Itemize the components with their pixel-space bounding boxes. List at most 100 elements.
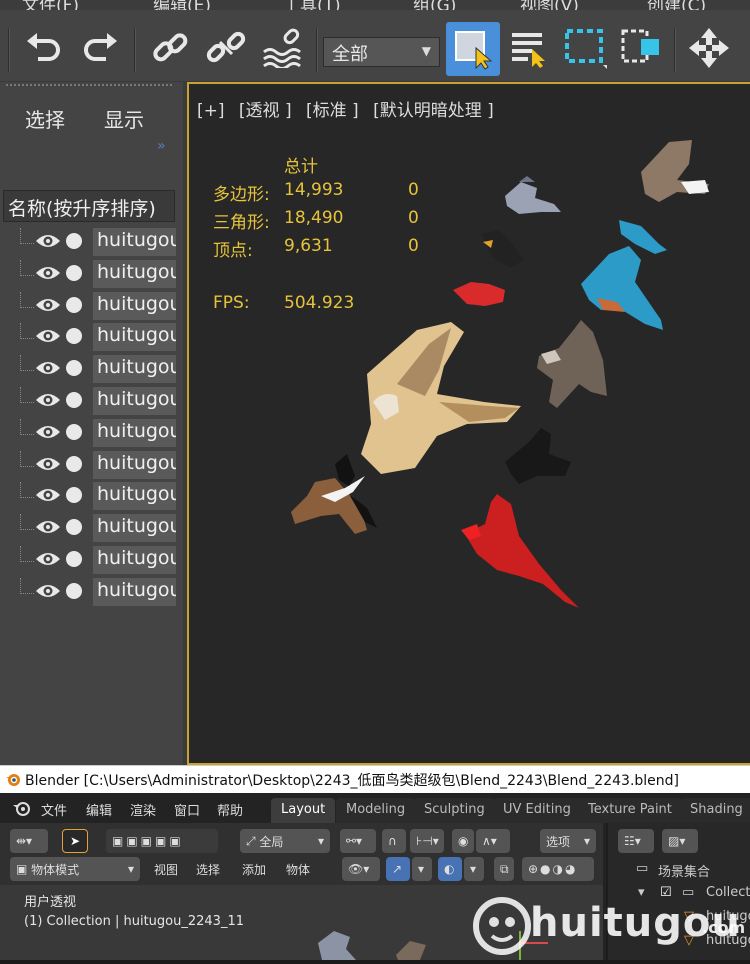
link-button[interactable] bbox=[148, 24, 192, 72]
object-name[interactable]: huitugou bbox=[93, 514, 176, 543]
list-item[interactable]: huitugou bbox=[0, 450, 178, 481]
blender-menu-logo-icon[interactable] bbox=[12, 799, 32, 821]
eye-icon[interactable] bbox=[35, 359, 61, 381]
eye-icon[interactable] bbox=[35, 550, 61, 572]
menu-view[interactable]: 视图 bbox=[148, 857, 184, 881]
gizmo-toggle[interactable]: ↗ bbox=[386, 857, 410, 881]
object-name[interactable]: huitugou bbox=[93, 355, 176, 384]
snap-target-dropdown[interactable]: ⊦⊣▾ bbox=[410, 829, 444, 853]
filter-dropdown[interactable]: ▨▾ bbox=[662, 829, 698, 853]
menu-edit[interactable]: 编辑(E) bbox=[153, 0, 211, 10]
object-name[interactable]: huitugou bbox=[93, 482, 176, 511]
freeze-toggle-icon[interactable] bbox=[66, 551, 82, 567]
transform-orientation-dropdown[interactable]: ⤢ 全局 ▾ bbox=[240, 829, 330, 853]
workspace-tab-shading[interactable]: Shading bbox=[680, 798, 750, 823]
bird-kingfisher[interactable] bbox=[581, 220, 667, 330]
tab-display[interactable]: 显示 bbox=[104, 104, 144, 133]
bird-magpie[interactable] bbox=[291, 454, 377, 534]
list-item[interactable]: huitugou bbox=[0, 546, 178, 576]
list-item[interactable]: huitugou bbox=[0, 514, 178, 544]
list-item[interactable]: huitugou bbox=[0, 228, 178, 258]
list-item[interactable]: huitugou bbox=[0, 323, 178, 353]
list-item[interactable]: huitugou bbox=[0, 577, 178, 608]
menu-add[interactable]: 添加 bbox=[236, 857, 272, 881]
menu-window[interactable]: 窗口 bbox=[174, 800, 200, 819]
list-item[interactable]: huitugou bbox=[0, 355, 178, 385]
select-by-name-button[interactable] bbox=[506, 24, 554, 72]
rect-selection-region-button[interactable] bbox=[562, 24, 610, 72]
tab-select[interactable]: 选择 bbox=[25, 104, 65, 133]
eye-icon[interactable] bbox=[35, 518, 61, 540]
bird-pigeon[interactable] bbox=[537, 320, 607, 408]
gizmo-dropdown[interactable]: ▾ bbox=[412, 857, 432, 881]
undo-button[interactable] bbox=[22, 24, 66, 72]
proportional-edit-toggle[interactable]: ◉ bbox=[452, 829, 474, 853]
eye-icon[interactable] bbox=[35, 327, 61, 349]
freeze-toggle-icon[interactable] bbox=[66, 582, 82, 599]
workspace-tab-layout[interactable]: Layout bbox=[271, 798, 336, 823]
select-object-button[interactable] bbox=[446, 22, 500, 76]
eye-icon[interactable] bbox=[35, 296, 61, 318]
freeze-toggle-icon[interactable] bbox=[66, 519, 82, 536]
overlay-dropdown[interactable]: ▾ bbox=[464, 857, 484, 881]
freeze-toggle-icon[interactable] bbox=[66, 264, 82, 281]
window-crossing-button[interactable] bbox=[618, 24, 666, 72]
menu-file[interactable]: 文件(F) bbox=[22, 0, 79, 10]
bird-eagle-tan[interactable] bbox=[361, 322, 521, 474]
list-item[interactable]: huitugou bbox=[0, 418, 178, 449]
freeze-toggle-icon[interactable] bbox=[66, 423, 82, 440]
freeze-toggle-icon[interactable] bbox=[66, 233, 82, 249]
menu-tools[interactable]: 工具(T) bbox=[283, 0, 341, 10]
name-column-header[interactable]: 名称(按升序排序) bbox=[3, 190, 175, 222]
freeze-toggle-icon[interactable] bbox=[66, 487, 82, 504]
object-name[interactable]: huitugou bbox=[93, 577, 176, 606]
freeze-toggle-icon[interactable] bbox=[66, 392, 82, 408]
selection-filter-dropdown[interactable]: 全部 ▼ bbox=[323, 37, 440, 67]
freeze-toggle-icon[interactable] bbox=[66, 296, 82, 313]
list-item[interactable]: huitugou bbox=[0, 259, 178, 290]
bird-grey[interactable] bbox=[505, 176, 561, 214]
object-name[interactable]: huitugou bbox=[93, 323, 176, 352]
falloff-dropdown[interactable]: ∧▾ bbox=[476, 829, 510, 853]
list-item[interactable]: huitugou bbox=[0, 482, 178, 512]
display-mode-dropdown[interactable]: ☷▾ bbox=[618, 829, 654, 853]
freeze-toggle-icon[interactable] bbox=[66, 328, 82, 345]
visibility-dropdown[interactable]: 👁▾ bbox=[342, 857, 380, 881]
object-name[interactable]: huitugou bbox=[93, 418, 176, 447]
menu-create[interactable]: 创建(C) bbox=[647, 0, 706, 10]
eye-icon[interactable] bbox=[35, 264, 61, 286]
menu-file[interactable]: 文件 bbox=[41, 800, 67, 819]
menu-render[interactable]: 渲染 bbox=[130, 800, 156, 819]
scene-collection-label[interactable]: 场景集合 bbox=[658, 861, 710, 880]
bird-cardinal[interactable] bbox=[461, 494, 579, 608]
bird-red-small[interactable] bbox=[453, 282, 505, 306]
menu-views[interactable]: 视图(V) bbox=[520, 0, 579, 10]
pivot-dropdown[interactable]: ⇹▾ bbox=[10, 829, 48, 853]
bird-black-small[interactable] bbox=[481, 230, 523, 268]
bird-eagle-brown[interactable] bbox=[641, 140, 709, 202]
freeze-toggle-icon[interactable] bbox=[66, 455, 82, 472]
workspace-tab-modeling[interactable]: Modeling bbox=[336, 798, 416, 823]
eye-icon[interactable] bbox=[35, 486, 61, 508]
snap-dropdown[interactable]: ⚯▾ bbox=[340, 829, 376, 853]
xray-toggle[interactable]: ⧉ bbox=[494, 857, 514, 881]
freeze-toggle-icon[interactable] bbox=[66, 360, 82, 377]
object-name[interactable]: huitugou bbox=[93, 228, 176, 256]
panel-grip[interactable] bbox=[6, 84, 172, 87]
snap-toggle[interactable]: ∩ bbox=[382, 829, 406, 853]
menu-help[interactable]: 帮助 bbox=[217, 800, 243, 819]
object-name[interactable]: huitugou bbox=[93, 291, 176, 320]
overlay-toggle[interactable]: ◐ bbox=[438, 857, 462, 881]
move-button[interactable] bbox=[684, 24, 734, 72]
expand-icon[interactable]: » bbox=[157, 138, 165, 154]
eye-icon[interactable] bbox=[35, 582, 61, 604]
menu-group[interactable]: 组(G) bbox=[413, 0, 456, 10]
menu-object[interactable]: 物体 bbox=[280, 857, 316, 881]
eye-icon[interactable] bbox=[35, 391, 61, 413]
bind-spacewarp-button[interactable] bbox=[260, 24, 308, 72]
object-name[interactable]: huitugou bbox=[93, 450, 176, 479]
menu-select[interactable]: 选择 bbox=[190, 857, 226, 881]
menu-edit[interactable]: 编辑 bbox=[86, 800, 112, 819]
mode-dropdown[interactable]: ▣ 物体模式 ▾ bbox=[10, 857, 140, 881]
unlink-button[interactable] bbox=[204, 24, 248, 72]
